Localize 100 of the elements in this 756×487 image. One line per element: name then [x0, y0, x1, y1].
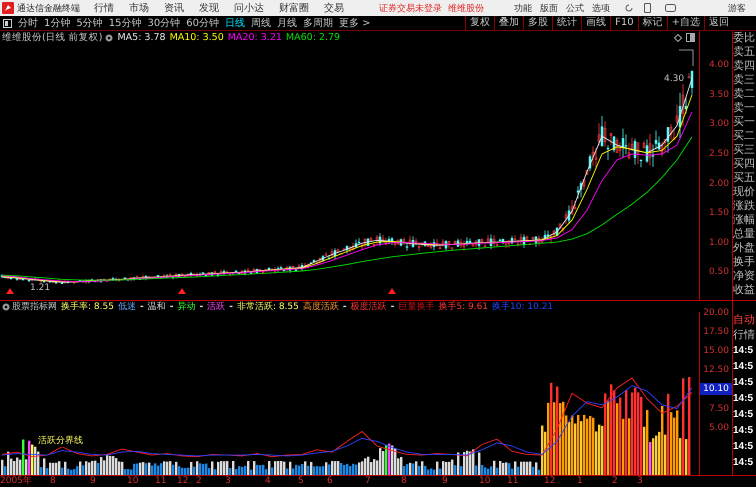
trade-time: 14:5 [733, 456, 754, 470]
quote-label: 换手 [733, 255, 756, 269]
auto-mode-label[interactable]: 自动 [733, 312, 756, 327]
separator-dash: - [140, 302, 144, 312]
toolbar-button[interactable]: 标记 [638, 16, 667, 30]
volume-axis-label: 12.50 [702, 364, 729, 376]
period-tab[interactable]: 周线 [250, 16, 271, 30]
period-tab[interactable]: 60分钟 [186, 16, 219, 30]
login-status[interactable]: 证券交易未登录 [379, 2, 442, 14]
settings-icon[interactable] [2, 302, 10, 310]
separator-dash: - [229, 302, 233, 312]
date-axis-label: 1 [577, 476, 583, 487]
date-axis-label: 6 [327, 476, 333, 487]
indicator-value: 异动 [177, 300, 196, 313]
app-logo-icon [2, 2, 14, 14]
period-tab[interactable]: 5分钟 [76, 16, 103, 30]
buy-marker-icon [6, 288, 14, 294]
menu-item[interactable]: 发现 [199, 1, 219, 15]
quote-label: 买一 [733, 115, 756, 129]
date-axis-label: 12 [544, 476, 556, 487]
menu-item[interactable]: 公式 [566, 2, 584, 14]
date-axis-label: 9 [442, 476, 448, 487]
trade-time: 14:5 [733, 440, 754, 454]
trade-time: 14:5 [733, 376, 754, 390]
menu-item[interactable]: 版面 [540, 2, 558, 14]
toolbar-button[interactable]: 统计 [552, 16, 582, 30]
quote-label: 涨跌 [733, 199, 756, 213]
settings-icon[interactable] [105, 34, 114, 42]
separator-dash: - [199, 302, 204, 312]
refresh-icon[interactable] [624, 3, 634, 13]
date-axis-label: 7 [365, 476, 371, 487]
price-axis-label: 3.50 [708, 88, 729, 101]
period-tab[interactable]: 分时 [18, 16, 38, 30]
diamond-icon[interactable] [674, 34, 682, 42]
quote-label: 卖三 [733, 73, 756, 87]
menu-item[interactable]: 财富圈 [279, 1, 309, 15]
period-tab[interactable]: 多周期 [302, 16, 333, 30]
period-tab[interactable]: 15分钟 [108, 16, 142, 30]
message-icon[interactable] [665, 4, 676, 12]
trade-time: 14:5 [733, 344, 754, 358]
chart-title: 维维股份(日线 前复权) [2, 31, 102, 44]
menu-item[interactable]: 选项 [592, 2, 610, 14]
price-axis-label: 2.00 [708, 178, 729, 190]
quote-label: 收益 [733, 283, 756, 297]
quote-label: 总量 [733, 227, 756, 241]
indicator-name[interactable]: 股票指标网 [12, 300, 57, 313]
trade-time: 14:5 [733, 408, 754, 422]
quote-label: 外盘 [733, 241, 756, 255]
period-tab[interactable]: 月线 [276, 16, 297, 30]
quote-label: 卖四 [733, 59, 756, 73]
toolbar-button[interactable]: 返回 [704, 16, 733, 30]
indicator-value: 巨量换手 [398, 300, 434, 313]
panel-toggle-icon[interactable] [686, 33, 695, 42]
user-label[interactable]: 游客 [728, 2, 746, 14]
menu-item[interactable]: 功能 [514, 2, 532, 14]
price-axis-label: 1.00 [708, 236, 729, 249]
quote-label: 现价 [733, 185, 756, 199]
menu-item[interactable]: 交易 [324, 1, 344, 15]
menu-item[interactable]: 市场 [129, 1, 149, 15]
date-axis-label: 2 [196, 476, 202, 487]
period-tab[interactable]: 1分钟 [44, 16, 70, 30]
buy-marker-icon [388, 288, 396, 294]
period-tab[interactable]: 日线 [224, 16, 245, 30]
date-axis-label: 11 [155, 476, 166, 487]
quote-label: 买四 [733, 157, 756, 171]
panel-toggle-icon[interactable] [3, 18, 12, 28]
toolbar-button[interactable]: +自选 [666, 16, 704, 30]
menu-item[interactable]: 资讯 [164, 1, 184, 15]
volume-axis-label: 7.50 [708, 402, 729, 415]
quote-label: 委比 [733, 31, 756, 45]
indicator-value: 低迷 [118, 300, 136, 313]
ma-label: MA5: 3.78 [117, 32, 166, 43]
volume-axis-label: 15.00 [702, 345, 729, 358]
quote-label: 卖五 [733, 45, 756, 59]
toolbar-button[interactable]: F10 [610, 16, 638, 30]
price-axis-label: 2.50 [708, 148, 729, 160]
period-tab[interactable]: 30分钟 [147, 16, 180, 30]
period-tab[interactable]: 更多 > [338, 16, 371, 30]
indicator-value: 活跃 [207, 300, 226, 313]
price-axis-label: 0.50 [708, 266, 729, 278]
date-axis-label: 4 [265, 476, 271, 487]
toolbar-button[interactable]: 画线 [581, 16, 610, 30]
date-axis-label: 3 [637, 476, 643, 487]
separator-dash: - [390, 302, 394, 312]
quote-tab[interactable]: 行情 [733, 327, 756, 343]
buy-marker-icon [178, 288, 186, 294]
date-axis-label: 3 [225, 476, 231, 487]
stock-name[interactable]: 维维股份 [448, 2, 484, 14]
price-axis-label: 3.00 [708, 118, 729, 130]
toolbar-button[interactable]: 叠加 [494, 16, 524, 30]
indicator-value: 换手10: 10.21 [492, 300, 554, 313]
date-axis-label: 2005年 [0, 476, 32, 487]
separator-dash: - [170, 302, 174, 312]
menu-item[interactable]: 行情 [94, 1, 114, 15]
boundary-label: 活跃分界线 [38, 434, 83, 447]
toolbar-button[interactable]: 复权 [465, 16, 494, 30]
toolbar-button[interactable]: 多股 [523, 16, 552, 30]
high-price-label: 4.30 [664, 74, 684, 84]
menu-item[interactable]: 问小达 [234, 1, 264, 15]
quote-label: 涨幅 [733, 213, 756, 227]
